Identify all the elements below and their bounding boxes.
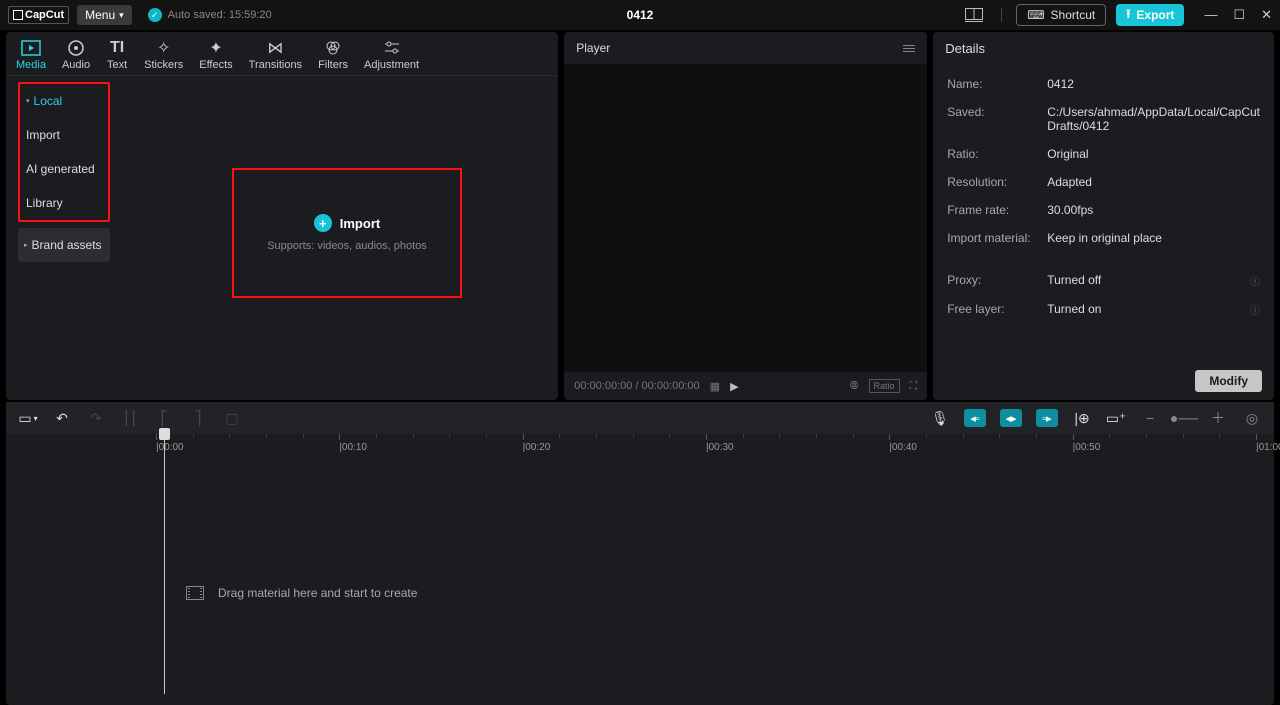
tab-adjustment[interactable]: Adjustment	[364, 39, 419, 75]
timeline-panel: ▭▾ ↶ ↷ ⎮⎮ ⎡ ⎤ ▢ 🎙 ◂▫ ◂▸ ▫▸ |⊕ ▭⁺ − ●── ＋…	[6, 402, 1274, 705]
player-viewport[interactable]	[564, 64, 927, 372]
snap-end[interactable]: ▫▸	[1036, 409, 1058, 427]
detail-resolution: Adapted	[1047, 175, 1260, 189]
timeline-ruler[interactable]: |00:00|00:10|00:20|00:30|00:40|00:50|01:…	[156, 434, 1274, 458]
player-title: Player	[576, 41, 610, 55]
tab-effects[interactable]: ✦ Effects	[199, 39, 232, 75]
detail-import: Keep in original place	[1047, 231, 1260, 245]
detail-free: Turned on	[1047, 302, 1250, 317]
snap-start[interactable]: ◂▫	[964, 409, 986, 427]
detail-ratio: Original	[1047, 147, 1260, 161]
sidebar-item-local[interactable]: ▾Local	[20, 84, 108, 118]
sidebar-item-import[interactable]: Import	[20, 118, 108, 152]
split-button[interactable]: ⎮⎮	[120, 408, 140, 428]
highlighted-import-area[interactable]: + Import Supports: videos, audios, photo…	[232, 168, 462, 298]
detail-name: 0412	[1047, 77, 1260, 91]
preview-toggle[interactable]: ▭⁺	[1106, 408, 1126, 428]
details-panel: Details Name:0412 Saved:C:/Users/ahmad/A…	[933, 32, 1274, 400]
zoom-fit-button[interactable]: ◎	[1242, 408, 1262, 428]
detail-frame: 30.00fps	[1047, 203, 1260, 217]
autosave-status: ✓ Auto saved: 15:59:20	[148, 8, 272, 22]
trim-right-button[interactable]: ⎤	[188, 408, 208, 428]
tab-transitions[interactable]: ⋈ Transitions	[249, 39, 302, 75]
text-icon: TI	[106, 39, 128, 57]
sidebar-item-brand-assets[interactable]: ▸Brand assets	[18, 228, 110, 262]
tab-text[interactable]: TI Text	[106, 39, 128, 75]
ruler-tick: |00:20	[523, 434, 551, 458]
zoom-slider[interactable]: ●──	[1174, 408, 1194, 428]
effects-icon: ✦	[205, 39, 227, 57]
export-button[interactable]: ⭱ Export	[1116, 4, 1184, 26]
tab-audio[interactable]: Audio	[62, 39, 90, 75]
close-button[interactable]: ✕	[1261, 7, 1272, 23]
maximize-button[interactable]: ☐	[1233, 7, 1245, 23]
stickers-icon: ✧	[153, 39, 175, 57]
tab-filters[interactable]: Filters	[318, 39, 348, 75]
media-top-tabs: Media Audio TI Text ✧ Stickers ✦ Effects…	[6, 32, 558, 76]
detail-proxy: Turned off	[1047, 273, 1250, 288]
highlighted-sidebar-group: ▾Local Import AI generated Library	[18, 82, 110, 222]
timeline-toolbar: ▭▾ ↶ ↷ ⎮⎮ ⎡ ⎤ ▢ 🎙 ◂▫ ◂▸ ▫▸ |⊕ ▭⁺ − ●── ＋…	[6, 402, 1274, 434]
player-timecode: 00:00:00:00 / 00:00:00:00	[574, 380, 699, 392]
snap-main[interactable]: ◂▸	[1000, 409, 1022, 427]
plus-circle-icon: +	[314, 214, 332, 232]
menu-button[interactable]: Menu ▾	[77, 5, 132, 25]
filters-icon	[322, 39, 344, 57]
tab-stickers[interactable]: ✧ Stickers	[144, 39, 183, 75]
detail-saved: C:/Users/ahmad/AppData/Local/CapCut Draf…	[1047, 105, 1260, 133]
delete-button[interactable]: ▢	[222, 408, 242, 428]
play-button[interactable]: ▶	[730, 380, 738, 393]
audio-icon	[65, 39, 87, 57]
modify-button[interactable]: Modify	[1195, 370, 1262, 392]
transitions-icon: ⋈	[264, 39, 286, 57]
project-title: 0412	[627, 8, 654, 22]
player-panel: Player 00:00:00:00 / 00:00:00:00 ▦ ▶ ⦾ R…	[564, 32, 927, 400]
import-label: Import	[340, 216, 380, 231]
media-icon	[20, 39, 42, 57]
sidebar-item-ai[interactable]: AI generated	[20, 152, 108, 186]
trim-left-button[interactable]: ⎡	[154, 408, 174, 428]
ratio-button[interactable]: Ratio	[869, 379, 900, 393]
redo-button[interactable]: ↷	[86, 408, 106, 428]
app-logo: CapCut	[8, 6, 69, 24]
media-panel: Media Audio TI Text ✧ Stickers ✦ Effects…	[6, 32, 558, 400]
ruler-tick: |00:50	[1073, 434, 1101, 458]
ruler-tick: |01:00	[1256, 434, 1280, 458]
fullscreen-icon[interactable]: ⛶	[910, 380, 918, 393]
keyboard-icon: ⌨	[1027, 8, 1044, 22]
sidebar-item-library[interactable]: Library	[20, 186, 108, 220]
title-bar: CapCut Menu ▾ ✓ Auto saved: 15:59:20 041…	[0, 0, 1280, 30]
shortcut-button[interactable]: ⌨ Shortcut	[1016, 4, 1106, 26]
film-icon	[186, 586, 204, 600]
info-icon[interactable]: ⓘ	[1250, 302, 1260, 317]
timeline-drop-hint: Drag material here and start to create	[186, 586, 417, 600]
check-circle-icon: ✓	[148, 8, 162, 22]
details-title: Details	[933, 32, 1274, 64]
player-grid-icon[interactable]: ▦	[710, 380, 720, 393]
layout-icon[interactable]	[961, 5, 987, 25]
ruler-tick: |00:40	[889, 434, 917, 458]
upload-icon: ⭱	[1126, 5, 1130, 26]
chevron-down-icon: ▾	[119, 10, 124, 21]
player-compare-icon[interactable]: ⦾	[850, 380, 859, 393]
menu-label: Menu	[85, 8, 115, 22]
mic-record-button[interactable]: 🎙	[930, 408, 950, 428]
timeline-tracks[interactable]: Drag material here and start to create	[6, 458, 1274, 705]
media-drop-area[interactable]: + Import Supports: videos, audios, photo…	[114, 76, 558, 400]
cursor-tool[interactable]: ▭▾	[18, 408, 38, 428]
tab-media[interactable]: Media	[16, 39, 46, 75]
align-button[interactable]: |⊕	[1072, 408, 1092, 428]
topbar-right: ⌨ Shortcut ⭱ Export — ☐ ✕	[961, 4, 1272, 26]
zoom-in-button[interactable]: ＋	[1208, 408, 1228, 428]
undo-button[interactable]: ↶	[52, 408, 72, 428]
adjustment-icon	[381, 39, 403, 57]
ruler-tick: |00:30	[706, 434, 734, 458]
import-supports: Supports: videos, audios, photos	[267, 240, 427, 252]
player-menu-icon[interactable]	[903, 45, 915, 52]
media-sidebar: ▾Local Import AI generated Library ▸Bran…	[6, 76, 114, 400]
info-icon[interactable]: ⓘ	[1250, 273, 1260, 288]
minimize-button[interactable]: —	[1204, 7, 1217, 23]
ruler-tick: |00:10	[339, 434, 367, 458]
zoom-out-button[interactable]: −	[1140, 408, 1160, 428]
